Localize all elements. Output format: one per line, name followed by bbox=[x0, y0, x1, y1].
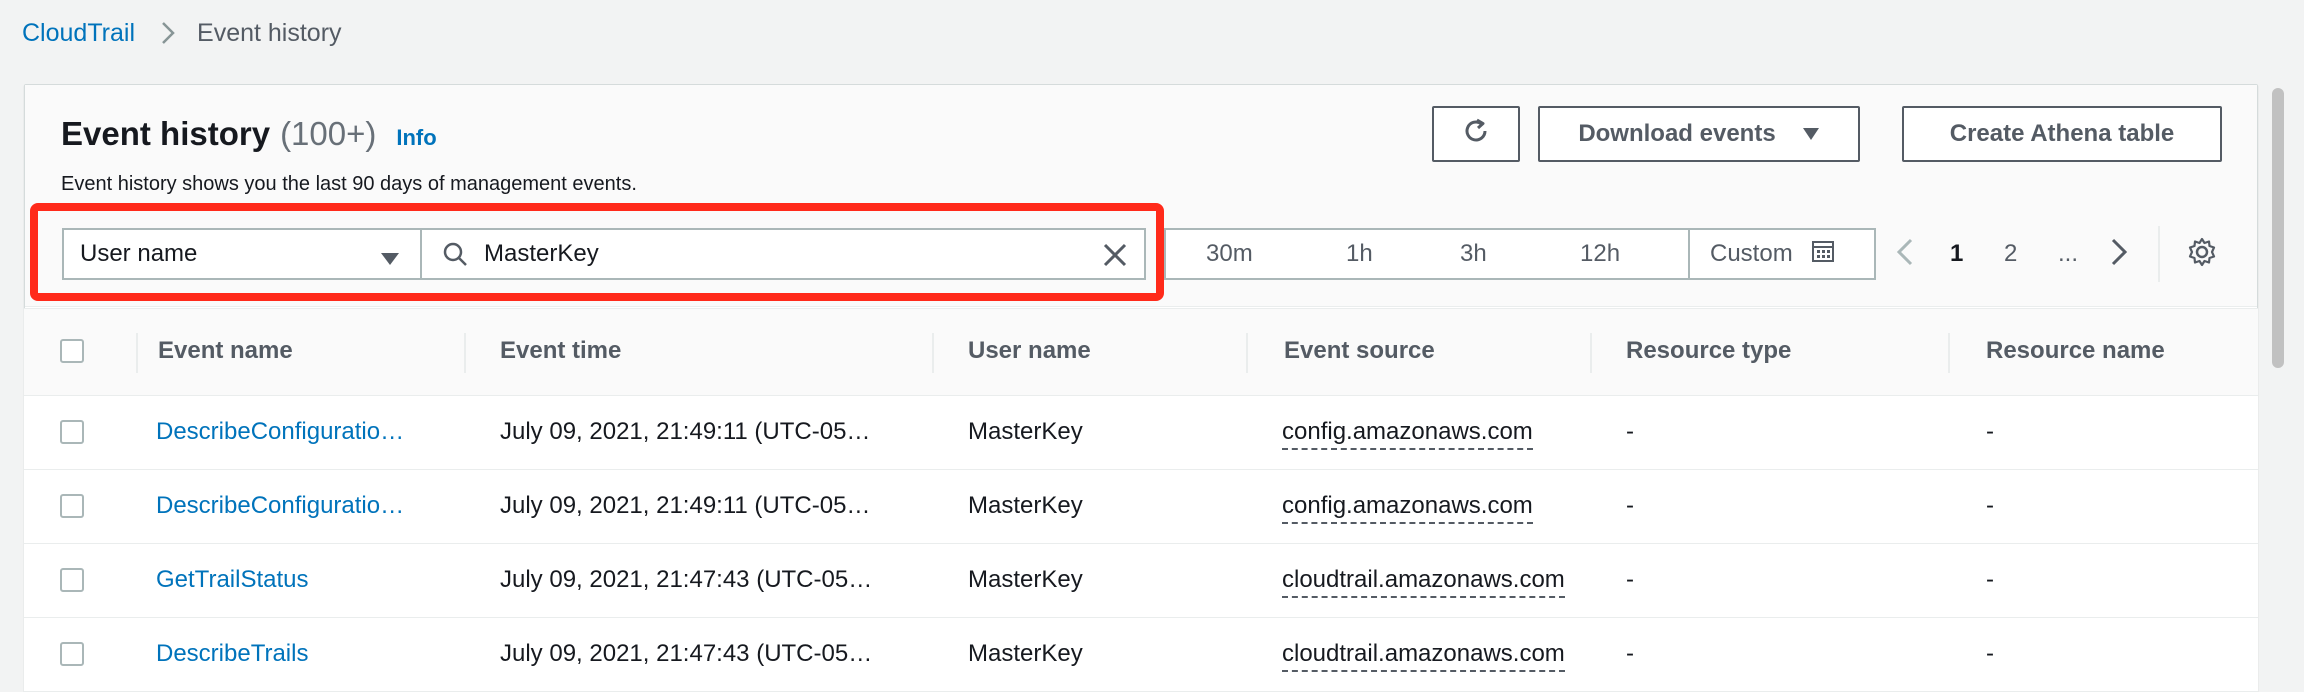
event-source[interactable]: cloudtrail.amazonaws.com bbox=[1282, 566, 1565, 598]
resource-name: - bbox=[1986, 566, 1994, 593]
column-divider bbox=[932, 333, 934, 373]
resource-type: - bbox=[1626, 418, 1634, 445]
table-row[interactable]: DescribeConfiguratio… July 09, 2021, 21:… bbox=[24, 470, 2258, 544]
user-name: MasterKey bbox=[968, 640, 1083, 667]
caret-down-icon bbox=[1802, 120, 1820, 148]
range-30m[interactable]: 30m bbox=[1206, 240, 1253, 268]
table-row[interactable]: DescribeConfiguratio… July 09, 2021, 21:… bbox=[24, 396, 2258, 470]
page-title: Event history bbox=[61, 115, 271, 152]
row-checkbox[interactable] bbox=[60, 494, 84, 518]
pagination-ellipsis: ... bbox=[2058, 240, 2079, 267]
download-events-button[interactable]: Download events bbox=[1538, 106, 1860, 162]
column-divider bbox=[136, 333, 138, 373]
column-header-event-source[interactable]: Event source bbox=[1284, 337, 1435, 365]
event-name-link[interactable]: DescribeConfiguratio… bbox=[156, 492, 404, 520]
calendar-icon bbox=[1811, 239, 1835, 270]
pagination-page-2[interactable]: 2 bbox=[2004, 240, 2017, 268]
pagination-previous[interactable] bbox=[1896, 228, 1914, 280]
refresh-button[interactable] bbox=[1432, 106, 1520, 162]
breadcrumb-current: Event history bbox=[197, 18, 342, 47]
range-1h[interactable]: 1h bbox=[1346, 240, 1373, 268]
breadcrumb-cloudtrail-link[interactable]: CloudTrail bbox=[22, 19, 135, 48]
create-athena-table-button[interactable]: Create Athena table bbox=[1902, 106, 2222, 162]
filter-highlight bbox=[30, 203, 1164, 301]
range-12h[interactable]: 12h bbox=[1580, 240, 1620, 268]
download-events-label: Download events bbox=[1578, 120, 1776, 147]
event-name-link[interactable]: DescribeTrails bbox=[156, 640, 308, 668]
column-header-event-time[interactable]: Event time bbox=[500, 337, 621, 365]
column-header-resource-type[interactable]: Resource type bbox=[1626, 337, 1791, 365]
event-time: July 09, 2021, 21:47:43 (UTC-05… bbox=[500, 566, 873, 593]
table-row[interactable]: DescribeTrails July 09, 2021, 21:47:43 (… bbox=[24, 618, 2258, 692]
user-name: MasterKey bbox=[968, 566, 1083, 593]
breadcrumb: CloudTrail Event history bbox=[22, 14, 342, 52]
row-checkbox[interactable] bbox=[60, 642, 84, 666]
column-header-user-name[interactable]: User name bbox=[968, 337, 1091, 365]
resource-type: - bbox=[1626, 640, 1634, 667]
column-divider bbox=[1948, 333, 1950, 373]
settings-gear-icon[interactable] bbox=[2186, 236, 2218, 273]
event-time: July 09, 2021, 21:49:11 (UTC-05… bbox=[500, 492, 871, 519]
resource-type: - bbox=[1626, 566, 1634, 593]
info-link[interactable]: Info bbox=[396, 125, 436, 151]
select-all-checkbox[interactable] bbox=[60, 339, 84, 363]
refresh-icon bbox=[1461, 116, 1491, 153]
table-header: Event name Event time User name Event so… bbox=[24, 308, 2258, 396]
user-name: MasterKey bbox=[968, 418, 1083, 445]
row-checkbox[interactable] bbox=[60, 568, 84, 592]
event-time: July 09, 2021, 21:49:11 (UTC-05… bbox=[500, 418, 871, 445]
column-header-resource-name[interactable]: Resource name bbox=[1986, 337, 2165, 365]
resource-name: - bbox=[1986, 418, 1994, 445]
pagination-next[interactable] bbox=[2110, 228, 2128, 280]
column-header-event-name[interactable]: Event name bbox=[158, 337, 293, 365]
resource-name: - bbox=[1986, 640, 1994, 667]
range-custom[interactable]: Custom bbox=[1688, 228, 1878, 280]
range-3h[interactable]: 3h bbox=[1460, 240, 1487, 268]
time-range-selector: 30m 1h 3h 12h Custom bbox=[1164, 228, 1876, 280]
event-count: (100+) bbox=[280, 115, 377, 152]
table-row[interactable]: GetTrailStatus July 09, 2021, 21:47:43 (… bbox=[24, 544, 2258, 618]
chevron-right-icon bbox=[2110, 238, 2128, 271]
resource-name: - bbox=[1986, 492, 1994, 519]
pagination-page-1[interactable]: 1 bbox=[1950, 240, 1963, 268]
column-divider bbox=[1246, 333, 1248, 373]
row-checkbox[interactable] bbox=[60, 420, 84, 444]
panel-title-row: Event history (100+) Info bbox=[61, 115, 437, 153]
scrollbar-thumb[interactable] bbox=[2272, 88, 2284, 368]
resource-type: - bbox=[1626, 492, 1634, 519]
page-description: Event history shows you the last 90 days… bbox=[61, 173, 637, 195]
event-name-link[interactable]: DescribeConfiguratio… bbox=[156, 418, 404, 446]
event-name-link[interactable]: GetTrailStatus bbox=[156, 566, 309, 594]
chevron-left-icon bbox=[1896, 238, 1914, 271]
pagination-divider bbox=[2158, 226, 2160, 282]
event-source[interactable]: cloudtrail.amazonaws.com bbox=[1282, 640, 1565, 672]
event-source[interactable]: config.amazonaws.com bbox=[1282, 418, 1533, 450]
column-divider bbox=[1590, 333, 1592, 373]
event-source[interactable]: config.amazonaws.com bbox=[1282, 492, 1533, 524]
column-divider bbox=[464, 333, 466, 373]
chevron-right-icon bbox=[161, 21, 175, 45]
range-custom-label: Custom bbox=[1710, 240, 1793, 267]
user-name: MasterKey bbox=[968, 492, 1083, 519]
event-time: July 09, 2021, 21:47:43 (UTC-05… bbox=[500, 640, 873, 667]
